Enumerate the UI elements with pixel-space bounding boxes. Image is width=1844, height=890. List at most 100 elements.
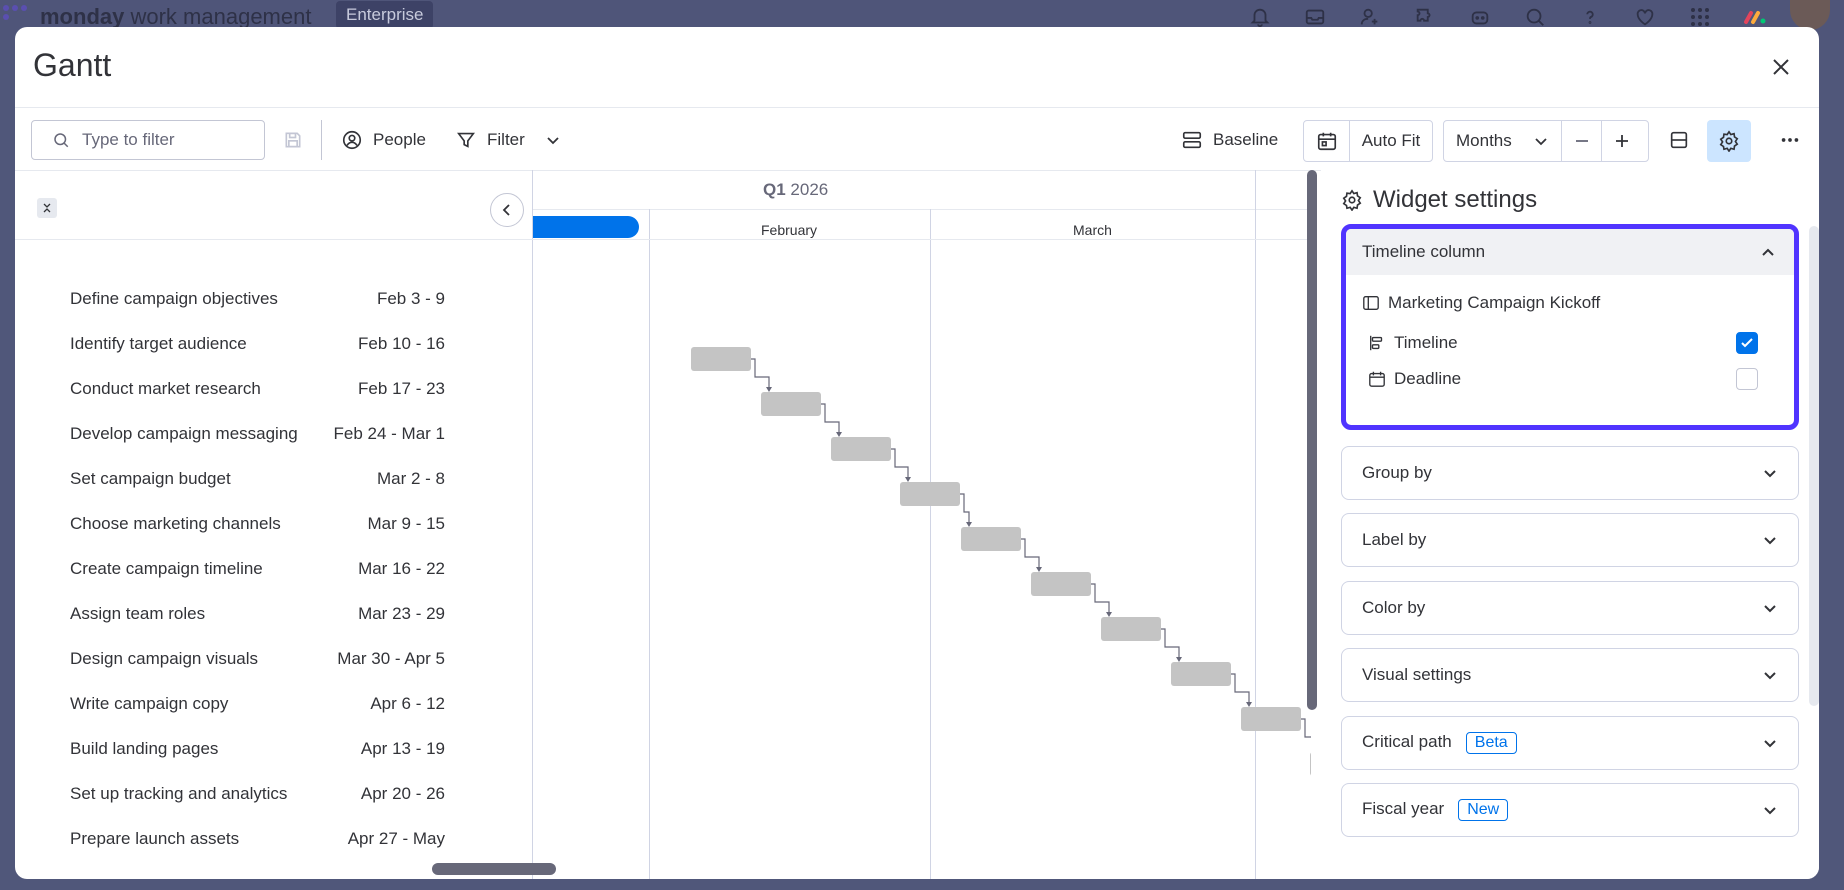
task-row[interactable]: Identify target audience Feb 10 - 16 (15, 322, 533, 367)
calendar-icon (1317, 132, 1336, 151)
user-avatar[interactable] (1790, 0, 1830, 30)
task-bar[interactable] (900, 482, 960, 506)
task-bar[interactable] (1310, 752, 1311, 776)
chevron-down-icon (1764, 739, 1776, 748)
chevron-up-icon (1762, 248, 1774, 256)
dependency-arrow (1231, 673, 1250, 705)
close-icon (1773, 59, 1789, 75)
section-tag-badge: New (1458, 799, 1509, 821)
task-bar[interactable] (691, 347, 751, 371)
dependency-arrow (1021, 538, 1040, 570)
timeline-icon (1370, 335, 1383, 351)
zoom-in-button[interactable] (1602, 121, 1642, 161)
task-bar[interactable] (1101, 617, 1161, 641)
vertical-scrollbar[interactable] (1307, 170, 1317, 710)
collapse-all-button[interactable] (37, 198, 57, 218)
task-date: Feb 3 - 9 (376, 289, 445, 308)
close-button[interactable] (1767, 53, 1795, 81)
deadline-option[interactable]: Deadline (1346, 357, 1794, 401)
task-date: Mar 9 - 15 (367, 514, 445, 533)
dependency-arrow (751, 358, 770, 390)
dependency-arrowhead (1106, 612, 1112, 617)
dependency-arrow (1091, 583, 1110, 615)
settings-section-visual-settings[interactable]: Visual settings (1341, 648, 1799, 703)
task-row[interactable]: Set up tracking and analytics Apr 20 - 26 (15, 772, 533, 817)
section-label: Fiscal year New (1362, 799, 1509, 821)
section-label: Critical path Beta (1362, 731, 1517, 754)
task-date: Mar 16 - 22 (358, 559, 445, 578)
task-date: Mar 23 - 29 (358, 604, 445, 623)
task-row[interactable]: Write campaign copy Apr 6 - 12 (15, 682, 533, 727)
minus-icon (1575, 140, 1588, 142)
widget-settings-button[interactable] (1707, 120, 1751, 162)
task-bar[interactable] (1031, 572, 1091, 596)
autofit-button[interactable]: Auto Fit (1350, 121, 1432, 161)
collapse-icon (43, 203, 51, 213)
task-bar[interactable] (961, 527, 1021, 551)
task-row[interactable]: Build landing pages Apr 13 - 19 (15, 727, 533, 772)
chevron-down-icon (1764, 605, 1776, 613)
task-row[interactable]: Choose marketing channels Mar 9 - 15 (15, 502, 533, 547)
task-date: Apr 6 - 12 (370, 694, 445, 713)
task-row[interactable]: Assign team roles Mar 23 - 29 (15, 592, 533, 637)
task-row[interactable]: Prepare launch assets Apr 27 - May (15, 817, 533, 862)
settings-section-color-by[interactable]: Color by (1341, 580, 1799, 635)
layout-icon (1670, 131, 1688, 149)
task-bar[interactable] (1171, 662, 1231, 686)
today-button[interactable] (1304, 121, 1350, 161)
task-bar[interactable] (1241, 707, 1301, 731)
toolbar: Type to filter People Filter Baseline Au… (15, 108, 1819, 170)
board-row: Marketing Campaign Kickoff (1346, 281, 1794, 325)
task-date: Mar 2 - 8 (376, 469, 445, 488)
task-date: Feb 17 - 23 (358, 379, 445, 398)
widget-settings-title: Widget settings (1341, 186, 1537, 214)
task-date: Apr 27 - May (347, 829, 445, 848)
timeline-column-header[interactable]: Timeline column (1346, 229, 1794, 275)
task-name: Assign team roles (70, 604, 206, 623)
toolbar-separator (321, 120, 322, 160)
settings-scrollbar[interactable] (1809, 226, 1819, 706)
filter-options-button[interactable] (545, 120, 561, 160)
settings-section-group-by[interactable]: Group by (1341, 446, 1799, 500)
page-title: Gantt (33, 47, 112, 83)
dependency-arrow (891, 448, 909, 480)
task-row[interactable]: Develop campaign messaging Feb 24 - Mar 1 (15, 412, 533, 457)
zoom-level-select[interactable]: Months (1444, 121, 1562, 161)
task-date: Mar 30 - Apr 5 (337, 649, 445, 668)
deadline-checkbox[interactable] (1736, 368, 1758, 390)
search-input[interactable]: Type to filter (31, 120, 265, 160)
people-filter-button[interactable]: People (341, 120, 426, 160)
chevron-down-icon (1764, 807, 1776, 815)
settings-section-critical-path[interactable]: Critical path Beta (1341, 715, 1799, 770)
task-row[interactable]: Create campaign timeline Mar 16 - 22 (15, 547, 533, 592)
more-options-button[interactable] (1779, 120, 1801, 160)
baseline-button[interactable]: Baseline (1181, 120, 1278, 160)
dependency-arrow (821, 403, 840, 435)
settings-section-label-by[interactable]: Label by (1341, 513, 1799, 568)
dependency-arrow (960, 493, 970, 525)
plus-icon (1616, 135, 1628, 147)
task-name: Set up tracking and analytics (70, 784, 288, 803)
task-bar[interactable] (761, 392, 821, 416)
monday-logo-icon (3, 5, 27, 20)
settings-section-fiscal-year[interactable]: Fiscal year New (1341, 783, 1799, 837)
task-date: Apr 20 - 26 (360, 784, 445, 803)
save-view-button[interactable] (283, 120, 303, 160)
filter-label: Filter (487, 130, 525, 149)
filter-button[interactable]: Filter (455, 120, 525, 160)
horizontal-scrollbar[interactable] (432, 863, 556, 875)
split-view-button[interactable] (1668, 120, 1690, 160)
collapse-panel-button[interactable] (490, 193, 524, 227)
task-row[interactable]: Conduct market research Feb 17 - 23 (15, 367, 533, 412)
task-row[interactable]: Set campaign budget Mar 2 - 8 (15, 457, 533, 502)
task-row[interactable]: Define campaign objectives Feb 3 - 9 (15, 277, 533, 322)
search-placeholder: Type to filter (82, 130, 175, 149)
timeline-checkbox[interactable] (1736, 332, 1758, 354)
zoom-out-button[interactable] (1562, 121, 1602, 161)
task-name: Design campaign visuals (70, 649, 259, 668)
board-name: Marketing Campaign Kickoff (1388, 293, 1601, 312)
task-row[interactable]: Design campaign visuals Mar 30 - Apr 5 (15, 637, 533, 682)
calendar-icon (1369, 371, 1385, 387)
board-icon (1363, 296, 1379, 310)
task-bar[interactable] (831, 437, 891, 461)
